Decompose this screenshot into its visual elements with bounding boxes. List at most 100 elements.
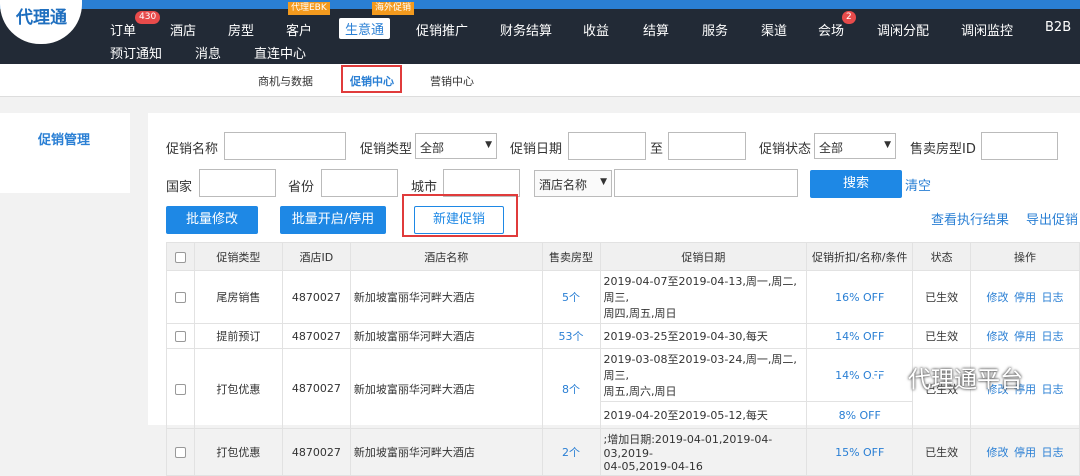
edit-link[interactable]: 修改 (987, 291, 1009, 304)
nav-item-revenue[interactable]: 收益 (583, 20, 609, 39)
chevron-down-icon: ▼ (485, 140, 492, 150)
subnav-item-marketing-center[interactable]: 营销中心 (430, 73, 474, 89)
col-header: 酒店名称 (349, 242, 543, 271)
discount-cell: 8% OFF (806, 401, 914, 429)
col-header: 售卖房型 (541, 242, 601, 271)
chevron-down-icon: ▼ (884, 140, 891, 150)
promo-type-cell: 尾房销售 (193, 270, 283, 324)
row-checkbox[interactable] (174, 331, 186, 342)
disable-link[interactable]: 停用 (1014, 330, 1036, 343)
province-input[interactable] (321, 169, 398, 197)
discount-cell: 15% OFF (806, 428, 914, 476)
city-input[interactable] (443, 169, 520, 197)
nav-item-venue[interactable]: 会场 (818, 20, 844, 39)
promo-type-cell: 打包优惠 (193, 348, 283, 429)
nav-item-business[interactable]: 生意通 (339, 18, 391, 39)
promo-status-select[interactable]: 全部 ▼ (814, 133, 896, 159)
nav-item-channel[interactable]: 渠道 (761, 20, 787, 39)
batch-toggle-button[interactable]: 批量开启/停用 (280, 206, 386, 234)
promo-date-end-input[interactable] (668, 132, 746, 160)
batch-edit-button[interactable]: 批量修改 (166, 206, 258, 234)
status-cell: 已生效 (912, 270, 972, 324)
logo-text: 代理通 (16, 8, 67, 28)
operations-cell: 修改 停用 日志 (970, 428, 1080, 476)
country-input[interactable] (199, 169, 276, 197)
country-label: 国家 (166, 180, 193, 195)
promo-date-start-input[interactable] (568, 132, 646, 160)
hotel-name-cell: 新加坡富丽华河畔大酒店 (349, 323, 543, 349)
search-button[interactable]: 搜索 (810, 170, 902, 198)
promo-status-value: 全部 (819, 141, 844, 155)
nav-item-service[interactable]: 服务 (702, 20, 728, 39)
promo-dates-cell: 2019-04-20至2019-05-12,每天 (599, 401, 808, 429)
status-cell: 已生效 (912, 428, 972, 476)
room-count-link[interactable]: 8个 (541, 348, 601, 429)
log-link[interactable]: 日志 (1042, 330, 1064, 343)
hotel-id-cell: 4870027 (281, 428, 351, 476)
row-select-cell[interactable] (166, 323, 195, 349)
top-navigation-bar: 代理通 订单 430 酒店 房型 客户 代理EBK 生意通 海外促销 促销推广 … (0, 0, 1080, 64)
room-type-id-input[interactable] (981, 132, 1058, 160)
row-checkbox[interactable] (174, 292, 186, 303)
room-count-link[interactable]: 53个 (541, 323, 601, 349)
select-all-cell[interactable] (166, 242, 195, 271)
col-header: 状态 (912, 242, 972, 271)
agent-ebk-tag: 代理EBK (288, 2, 330, 15)
nav-item-customer[interactable]: 客户 (286, 20, 312, 39)
nav-item-booking-notice[interactable]: 预订通知 (110, 43, 162, 62)
nav-item-idle-monitor[interactable]: 调闲监控 (961, 20, 1013, 39)
hotel-name-cell: 新加坡富丽华河畔大酒店 (349, 348, 543, 429)
promo-table: 促销类型 酒店ID 酒店名称 售卖房型 促销日期 促销折扣/名称/条件 状态 操… (166, 242, 1080, 476)
nav-item-room-type[interactable]: 房型 (228, 20, 254, 39)
nav-item-idle-allocation[interactable]: 调闲分配 (877, 20, 929, 39)
edit-link[interactable]: 修改 (987, 330, 1009, 343)
nav-item-direct-connect[interactable]: 直连中心 (254, 43, 306, 62)
row-checkbox[interactable] (174, 383, 186, 395)
disable-link[interactable]: 停用 (1014, 446, 1036, 459)
sidebar: 促销管理 (0, 113, 130, 193)
hotel-name-field-select[interactable]: 酒店名称 ▼ (534, 170, 612, 197)
top-accent-strip (0, 0, 1080, 9)
sub-navigation: 商机与数据 促销中心 营销中心 (0, 64, 1080, 97)
highlight-box (341, 65, 402, 93)
operations-cell: 修改 停用 日志 (970, 270, 1080, 324)
watermark-text: 代理通平台 (908, 367, 1023, 393)
room-count-link[interactable]: 2个 (541, 428, 601, 476)
subnav-item-business-data[interactable]: 商机与数据 (258, 73, 313, 89)
log-link[interactable]: 日志 (1042, 291, 1064, 304)
select-all-checkbox[interactable] (174, 251, 186, 263)
hotel-name-input[interactable] (614, 169, 798, 197)
clear-link[interactable]: 清空 (905, 175, 931, 194)
row-checkbox[interactable] (174, 447, 186, 458)
highlight-box (402, 194, 518, 237)
logo[interactable]: 代理通 (0, 0, 82, 44)
row-select-cell[interactable] (166, 348, 195, 429)
col-header: 促销折扣/名称/条件 (806, 242, 914, 271)
nav-item-settlement[interactable]: 结算 (643, 20, 669, 39)
row-select-cell[interactable] (166, 270, 195, 324)
city-label: 城市 (411, 180, 438, 195)
promo-type-label: 促销类型 (360, 142, 413, 157)
nav-item-orders[interactable]: 订单 (110, 20, 136, 39)
disable-link[interactable]: 停用 (1014, 291, 1036, 304)
row-select-cell[interactable] (166, 428, 195, 476)
edit-link[interactable]: 修改 (987, 446, 1009, 459)
nav-item-promotion[interactable]: 促销推广 (416, 20, 468, 39)
room-count-link[interactable]: 5个 (541, 270, 601, 324)
log-link[interactable]: 日志 (1042, 446, 1064, 459)
discount-cell: 14% OFF (806, 323, 914, 349)
promo-type-select[interactable]: 全部 ▼ (415, 133, 497, 159)
export-link[interactable]: 导出促销 (1026, 209, 1078, 228)
sidebar-item-promo-management[interactable]: 促销管理 (38, 129, 90, 148)
promo-dates-cell: ;增加日期:2019-04-01,2019-04-03,2019- 04-05,… (599, 428, 808, 476)
promo-name-input[interactable] (224, 132, 346, 160)
promo-dates-line: 周四,周五,周日 (603, 307, 677, 320)
wechat-icon (872, 365, 901, 388)
nav-item-finance[interactable]: 财务结算 (500, 20, 552, 39)
nav-item-b2b[interactable]: B2B (1045, 20, 1071, 35)
log-link[interactable]: 日志 (1042, 383, 1064, 396)
col-header: 操作 (970, 242, 1080, 271)
view-results-link[interactable]: 查看执行结果 (931, 209, 1009, 228)
nav-item-messages[interactable]: 消息 (195, 43, 221, 62)
nav-item-hotel[interactable]: 酒店 (170, 20, 196, 39)
